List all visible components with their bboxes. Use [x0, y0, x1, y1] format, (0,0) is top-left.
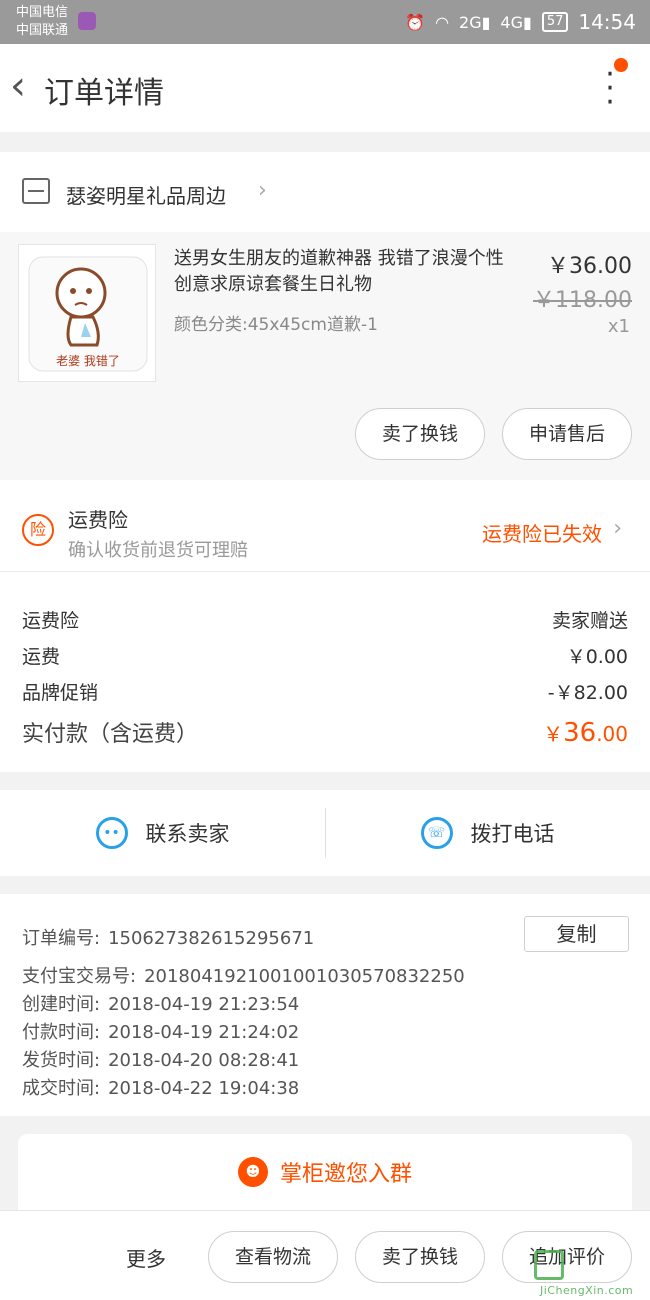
- alipay-trade-line: 支付宝交易号: 2018041921001001030570832250: [22, 966, 465, 987]
- group-invite-text: 掌柜邀您入群: [279, 1162, 412, 1187]
- item-quantity: x1: [607, 316, 630, 337]
- signal-2g-icon: 2G▮: [459, 12, 491, 32]
- notification-dot: [614, 58, 628, 72]
- shop-row[interactable]: 瑟姿明星礼品周边 ›: [0, 152, 650, 232]
- order-info: 订单编号: 150627382615295671 复制 支付宝交易号: 201804…: [0, 894, 650, 1116]
- insurance-subtitle: 确认收货前退货可理赔: [68, 540, 248, 561]
- carrier-1: 中国电信: [16, 5, 69, 20]
- item-price: ￥36.00: [547, 254, 632, 279]
- insurance-status[interactable]: 运费险已失效: [482, 518, 602, 547]
- call-label: 拨打电话: [470, 822, 555, 846]
- chat-icon: ••: [95, 817, 128, 849]
- insurance-title: 运费险: [68, 508, 128, 532]
- shipping-insurance-row[interactable]: 险 运费险 确认收货前退货可理赔 运费险已失效 ›: [0, 480, 650, 572]
- created-time-line: 创建时间: 2018-04-19 21:23:54: [22, 994, 300, 1015]
- call-button[interactable]: ☏ 拨打电话: [325, 790, 650, 876]
- fee-row: 运费 ￥0.00: [22, 642, 628, 669]
- after-sale-button[interactable]: 申请售后: [502, 408, 632, 460]
- fee-row: 品牌促销 -￥82.00: [22, 678, 628, 705]
- status-time: 14:54: [578, 10, 636, 34]
- item-spec: 颜色分类:45x45cm道歉-1: [174, 315, 378, 335]
- more-menu-icon[interactable]: · · ·: [600, 60, 620, 118]
- app-notification-icon: [78, 12, 96, 30]
- order-number-line: 订单编号: 150627382615295671: [22, 928, 315, 949]
- order-item[interactable]: 老婆 我错了 送男女生朋友的道歉神器 我错了浪漫个性创意求原谅套餐生日礼物 颜色…: [0, 232, 650, 480]
- item-original-price: ￥118.00: [533, 288, 632, 313]
- fee-value: 卖家赠送: [551, 610, 628, 632]
- signal-4g-icon: 4G▮: [500, 12, 532, 32]
- product-image[interactable]: 老婆 我错了: [18, 244, 156, 382]
- completed-time-line: 成交时间: 2018-04-22 19:04:38: [22, 1078, 300, 1099]
- group-icon: ☻: [237, 1157, 268, 1187]
- insurance-icon: 险: [22, 514, 54, 546]
- contact-seller-label: 联系卖家: [145, 822, 230, 846]
- fee-value: ￥0.00: [566, 646, 628, 668]
- resell-button[interactable]: 卖了换钱: [355, 408, 485, 460]
- shop-icon: [22, 178, 50, 204]
- total-row: 实付款（含运费） ￥36.00: [22, 716, 628, 748]
- paid-time-line: 付款时间: 2018-04-19 21:24:02: [22, 1022, 300, 1043]
- more-button[interactable]: 更多: [126, 1243, 166, 1272]
- battery-icon: 57: [541, 12, 569, 32]
- item-title[interactable]: 送男女生朋友的道歉神器 我错了浪漫个性创意求原谅套餐生日礼物: [174, 246, 514, 298]
- shop-name: 瑟姿明星礼品周边: [66, 184, 226, 208]
- contact-row: •• 联系卖家 ☏ 拨打电话: [0, 790, 650, 876]
- chevron-right-icon: ›: [613, 516, 622, 541]
- chevron-right-icon: ›: [258, 178, 267, 203]
- fee-label: 运费: [22, 646, 61, 668]
- carrier-2: 中国联通: [16, 23, 69, 38]
- pillow-caption: 老婆 我错了: [56, 354, 120, 368]
- view-logistics-button[interactable]: 查看物流: [208, 1231, 338, 1283]
- fee-row: 运费险 卖家赠送: [22, 606, 628, 633]
- site-watermark: JiChengXin.com: [534, 1250, 650, 1300]
- fee-label: 品牌促销: [22, 682, 99, 704]
- shipped-time-line: 发货时间: 2018-04-20 08:28:41: [22, 1050, 300, 1071]
- pillow-illustration: 老婆 我错了: [28, 256, 148, 372]
- page-title: 订单详情: [44, 76, 164, 111]
- total-label: 实付款（含运费）: [22, 722, 199, 747]
- carrier-labels: 中国电信 中国联通: [16, 4, 68, 40]
- back-arrow-icon[interactable]: ‹: [10, 66, 40, 106]
- status-icons: ⏰ ◠ 2G▮ 4G▮ 57 14:54: [405, 10, 636, 34]
- fee-breakdown: 运费险 卖家赠送 运费 ￥0.00 品牌促销 -￥82.00 实付款（含运费） …: [0, 572, 650, 772]
- group-invite: ☻ 掌柜邀您入群: [18, 1156, 632, 1188]
- alarm-icon: ⏰: [405, 12, 426, 32]
- copy-button[interactable]: 复制: [524, 916, 629, 952]
- fee-value: -￥82.00: [547, 682, 628, 704]
- phone-icon: ☏: [420, 817, 453, 849]
- watermark-logo-icon: [534, 1250, 564, 1280]
- wifi-icon: ◠: [435, 12, 450, 32]
- resell-button-bottom[interactable]: 卖了换钱: [355, 1231, 485, 1283]
- nav-bar: ‹ 订单详情 · · ·: [0, 44, 650, 132]
- contact-seller-button[interactable]: •• 联系卖家: [0, 790, 325, 876]
- watermark-text: JiChengXin.com: [540, 1284, 634, 1297]
- status-bar: 中国电信 中国联通 ⏰ ◠ 2G▮ 4G▮ 57 14:54: [0, 0, 650, 44]
- total-amount: ￥36.00: [543, 718, 628, 748]
- fee-label: 运费险: [22, 610, 80, 632]
